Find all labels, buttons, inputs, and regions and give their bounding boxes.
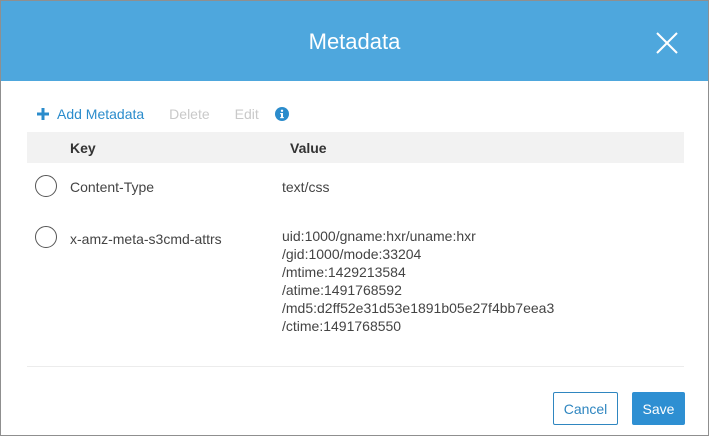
close-button[interactable] <box>656 32 678 54</box>
value-line: /md5:d2ff52e31d53e1891b05e27f4bb7eea3 <box>282 300 555 316</box>
table-row[interactable]: x-amz-meta-s3cmd-attrs uid:1000/gname:hx… <box>27 225 684 337</box>
row-select-radio[interactable] <box>35 175 57 197</box>
add-metadata-button[interactable]: Add Metadata <box>37 106 144 122</box>
info-icon <box>274 107 289 121</box>
value-line: /mtime:1429213584 <box>282 264 406 280</box>
delete-button[interactable]: Delete <box>169 106 209 122</box>
key-column-header: Key <box>70 140 96 156</box>
dialog-header: Metadata <box>1 1 708 81</box>
row-select-radio[interactable] <box>35 226 57 248</box>
metadata-dialog: Metadata Add Metadata Delete Edit Key Va… <box>0 0 709 436</box>
value-line: /gid:1000/mode:33204 <box>282 246 422 262</box>
info-button[interactable] <box>274 107 289 121</box>
metadata-toolbar: Add Metadata Delete Edit <box>37 104 289 124</box>
value-column-header: Value <box>290 140 327 156</box>
edit-button[interactable]: Edit <box>235 106 259 122</box>
plus-icon <box>37 108 49 120</box>
value-line: uid:1000/gname:hxr/uname:hxr <box>282 228 476 244</box>
metadata-key: x-amz-meta-s3cmd-attrs <box>70 231 222 247</box>
table-header: Key Value <box>27 132 684 163</box>
footer-divider <box>27 366 684 367</box>
add-metadata-label: Add Metadata <box>57 106 145 122</box>
value-line: /ctime:1491768550 <box>282 318 402 334</box>
save-button[interactable]: Save <box>632 392 685 425</box>
metadata-value: uid:1000/gname:hxr/uname:hxr /gid:1000/m… <box>282 227 554 335</box>
table-row[interactable]: Content-Type text/css <box>27 174 684 204</box>
value-line: text/css <box>282 179 330 195</box>
close-icon <box>656 32 678 54</box>
cancel-button[interactable]: Cancel <box>553 392 618 425</box>
metadata-value: text/css <box>282 178 329 196</box>
metadata-key: Content-Type <box>70 179 155 195</box>
dialog-title: Metadata <box>308 29 401 54</box>
value-line: /atime:1491768592 <box>282 282 402 298</box>
